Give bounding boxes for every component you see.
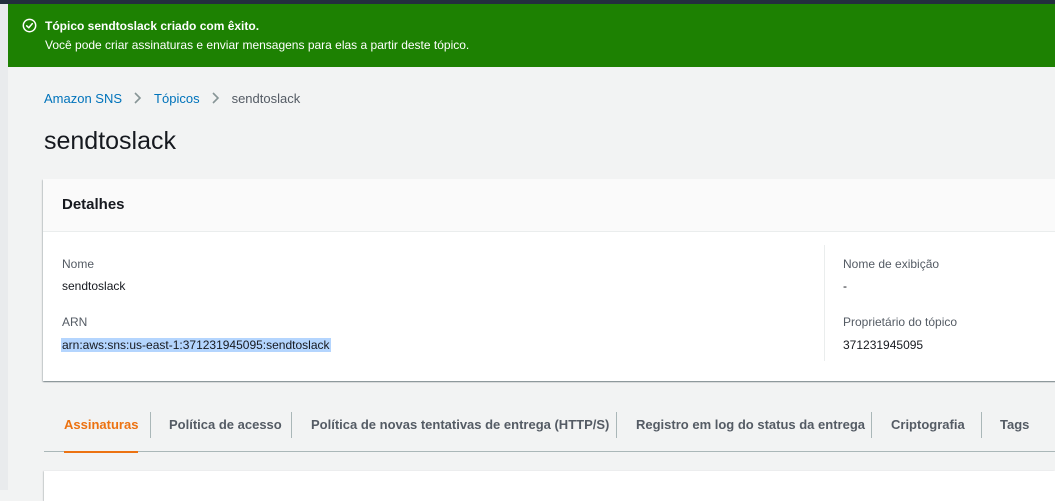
success-flashbar: Tópico sendtoslack criado com êxito. Voc…	[8, 4, 1055, 67]
side-navigation-edge[interactable]	[0, 4, 8, 490]
tab-separator	[981, 412, 982, 438]
flash-message: Você pode criar assinaturas e enviar men…	[45, 38, 470, 52]
tab-access-policy[interactable]: Política de acesso	[169, 409, 282, 453]
chevron-right-icon	[134, 92, 142, 104]
tab-separator	[616, 412, 617, 438]
breadcrumb-topics[interactable]: Tópicos	[154, 91, 200, 106]
tab-separator	[291, 412, 292, 438]
check-circle-icon	[22, 18, 37, 33]
breadcrumb-current: sendtoslack	[231, 90, 301, 106]
name-value: sendtoslack	[62, 279, 126, 293]
subscriptions-panel	[44, 471, 1055, 501]
breadcrumb-amazon-sns[interactable]: Amazon SNS	[44, 91, 122, 106]
page-title: sendtoslack	[44, 127, 177, 155]
tab-separator	[150, 412, 151, 438]
details-heading: Detalhes	[62, 196, 125, 213]
display-name-value: -	[843, 279, 847, 293]
tab-delivery-status-logging[interactable]: Registro em log do status da entrega	[636, 409, 865, 453]
tab-subscriptions[interactable]: Assinaturas	[64, 409, 139, 453]
tab-tags[interactable]: Tags	[1000, 409, 1029, 453]
topic-owner-value: 371231945095	[843, 338, 924, 352]
display-name-label: Nome de exibição	[843, 257, 940, 271]
details-card: Detalhes Nome sendtoslack ARN arn:aws:sn…	[43, 179, 1055, 381]
arn-label: ARN	[62, 315, 88, 329]
tab-encryption[interactable]: Criptografia	[891, 409, 965, 453]
arn-selected-text[interactable]: arn:aws:sns:us-east-1:371231945095:sendt…	[61, 338, 331, 352]
topic-owner-label: Proprietário do tópico	[843, 315, 958, 329]
breadcrumb: Amazon SNS Tópicos sendtoslack	[44, 90, 300, 106]
details-card-header: Detalhes	[43, 179, 1055, 232]
arn-value[interactable]: arn:aws:sns:us-east-1:371231945095:sendt…	[61, 338, 331, 352]
column-divider	[824, 245, 825, 361]
tab-separator	[871, 412, 872, 438]
tab-bar: Assinaturas Política de acesso Política …	[44, 409, 1055, 453]
name-label: Nome	[62, 257, 95, 271]
chevron-right-icon	[212, 92, 219, 104]
tab-delivery-retry-policy[interactable]: Política de novas tentativas de entrega …	[311, 409, 609, 453]
flash-title: Tópico sendtoslack criado com êxito.	[45, 19, 260, 33]
